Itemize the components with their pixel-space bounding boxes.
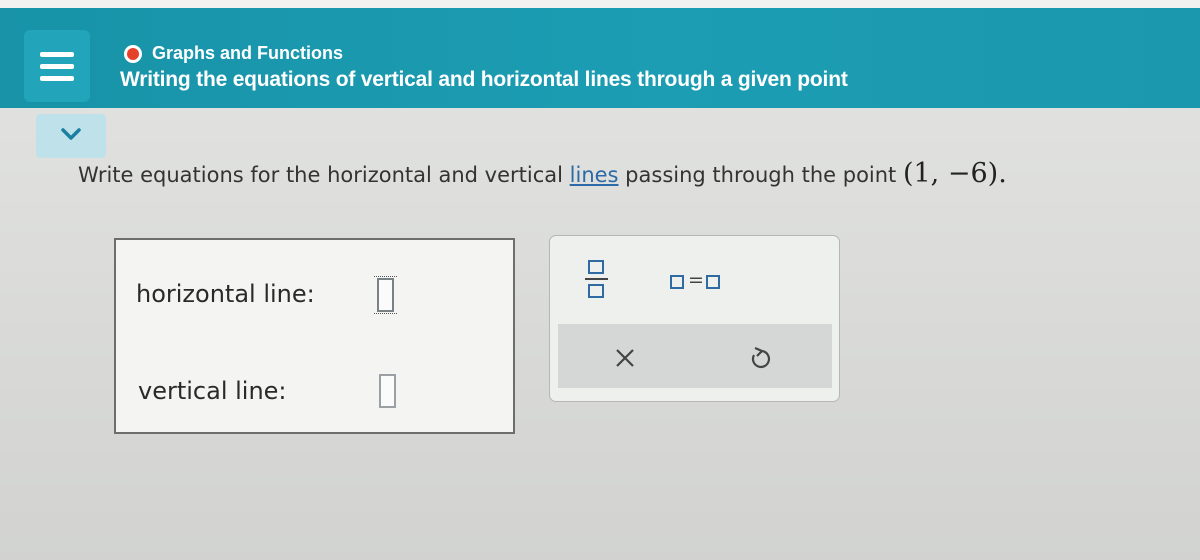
- expand-button[interactable]: [36, 114, 106, 158]
- question-text: Write equations for the horizontal and v…: [78, 158, 1007, 189]
- math-toolbar: =: [549, 235, 840, 402]
- topic-status-dot: [124, 44, 142, 63]
- chevron-down-icon: [61, 128, 81, 140]
- topic-row: Graphs and Functions: [124, 43, 343, 64]
- question-prefix: Write equations for the horizontal and v…: [78, 163, 570, 187]
- vertical-line-label: vertical line:: [138, 377, 287, 405]
- x-icon[interactable]: [608, 344, 642, 374]
- fraction-template-icon[interactable]: [585, 258, 609, 302]
- equals-symbol: =: [688, 269, 704, 291]
- page-title: Writing the equations of vertical and ho…: [120, 68, 848, 91]
- equation-template-icon[interactable]: =: [670, 269, 726, 291]
- given-point: (1, −6): [902, 158, 999, 189]
- hamburger-menu-icon[interactable]: [24, 30, 90, 102]
- undo-icon[interactable]: [743, 344, 777, 374]
- horizontal-line-label: horizontal line:: [136, 280, 315, 308]
- toolbar-action-row: [558, 324, 832, 388]
- header-bar: Graphs and Functions Writing the equatio…: [0, 8, 1200, 108]
- answer-panel: horizontal line: vertical line:: [114, 238, 515, 434]
- lines-link[interactable]: lines: [570, 163, 619, 187]
- question-period: .: [998, 158, 1007, 189]
- topic-label: Graphs and Functions: [152, 43, 344, 63]
- vertical-line-input[interactable]: [379, 374, 396, 408]
- top-strip: [0, 0, 1200, 8]
- horizontal-line-input[interactable]: [374, 276, 397, 314]
- question-suffix: passing through the point: [618, 163, 903, 187]
